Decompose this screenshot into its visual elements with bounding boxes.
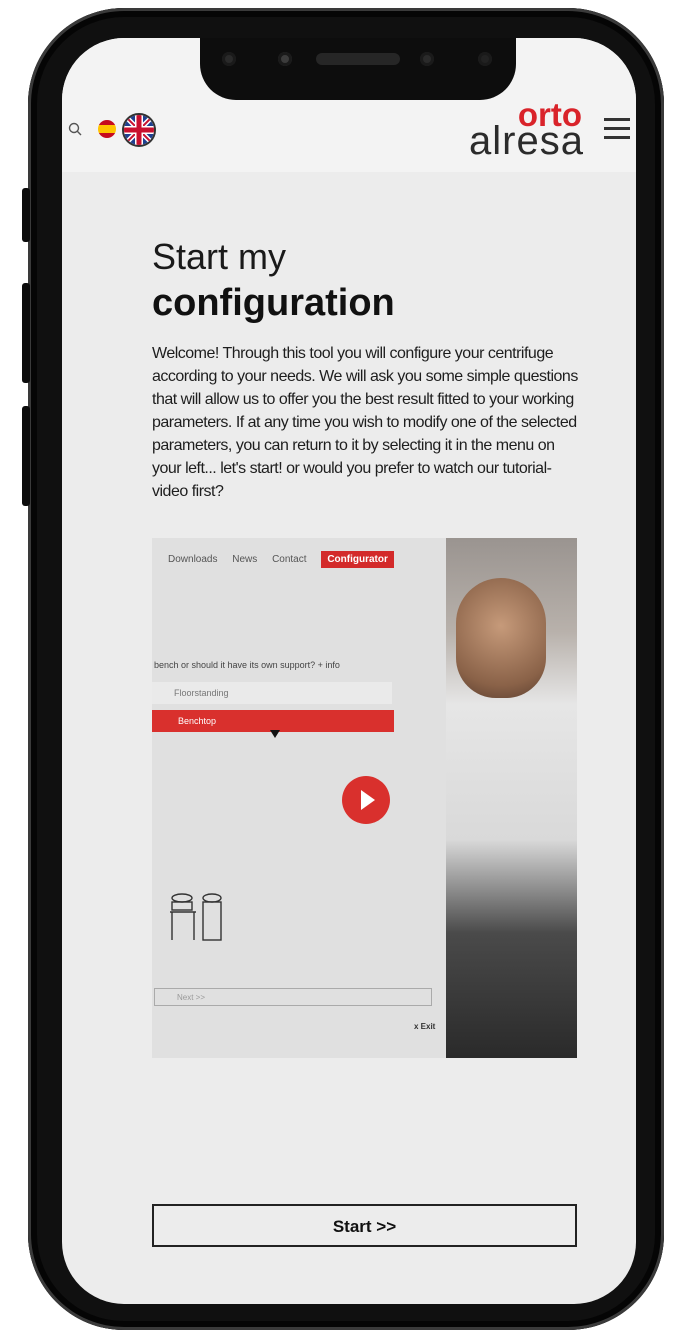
video-nav: Downloads News Contact Configurator [168, 551, 406, 568]
video-next-button: Next >> [154, 988, 432, 1006]
intro-paragraph: Welcome! Through this tool you will conf… [152, 345, 578, 500]
app-screen: orto alresa Start my configuration Welco… [62, 38, 636, 1304]
video-nav-item-configurator: Configurator [321, 551, 394, 568]
phone-side-button [22, 188, 30, 242]
phone-side-button [22, 283, 30, 383]
video-exit-link: x Exit [414, 1022, 436, 1031]
flag-spain-icon[interactable] [98, 120, 116, 138]
brand-logo[interactable]: orto alresa [469, 98, 584, 161]
video-nav-item: News [232, 554, 258, 565]
video-frame-screen: Downloads News Contact Configurator benc… [152, 538, 446, 1058]
page-title-line2: configuration [152, 282, 395, 324]
video-nav-item: Downloads [168, 554, 218, 565]
person-photo [456, 578, 546, 698]
phone-notch [200, 38, 516, 100]
search-icon[interactable] [68, 122, 82, 136]
play-icon[interactable] [342, 776, 390, 824]
page-title-line1: Start my [152, 236, 287, 277]
cursor-icon [270, 730, 280, 738]
video-question-text: bench or should it have its own support?… [154, 660, 340, 670]
start-button[interactable]: Start >> [152, 1204, 577, 1247]
flag-uk-icon[interactable] [122, 113, 156, 147]
tutorial-video[interactable]: Downloads News Contact Configurator benc… [152, 538, 577, 1058]
logo-bottom-text: alresa [469, 119, 584, 163]
video-frame-person [446, 538, 577, 1058]
menu-icon[interactable] [604, 118, 630, 144]
video-option: Floorstanding [152, 682, 392, 704]
video-nav-item: Contact [272, 554, 307, 565]
centrifuge-illustration [170, 893, 222, 941]
video-option-selected: Benchtop [152, 710, 394, 732]
phone-side-button [22, 406, 30, 506]
